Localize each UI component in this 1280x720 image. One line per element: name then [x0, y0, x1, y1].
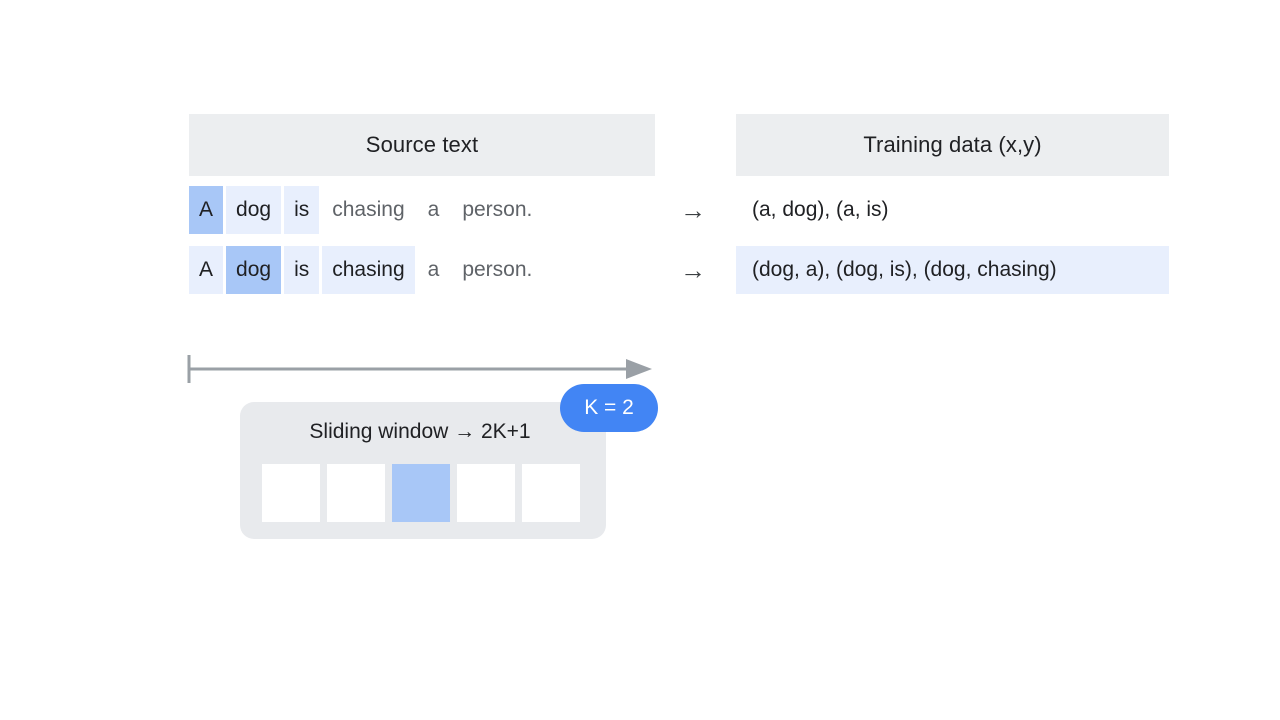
timeline-arrow-icon — [187, 355, 652, 383]
source-token: dog — [226, 246, 282, 294]
training-data-row: (a, dog), (a, is) — [736, 186, 1169, 234]
source-token: chasing — [322, 246, 415, 294]
training-data-header: Training data (x,y) — [736, 114, 1169, 176]
source-token: dog — [226, 186, 282, 234]
k-value-badge: K = 2 — [560, 384, 658, 432]
source-text-row: Adog is chasing a person. — [189, 246, 542, 294]
source-text-row: Adog is chasing a person. — [189, 186, 542, 234]
training-data-row-text: (dog, a), (dog, is), (dog, chasing) — [752, 258, 1057, 281]
k-value-badge-label: K = 2 — [584, 396, 634, 419]
source-token: chasing — [332, 198, 405, 221]
source-token: a — [427, 198, 440, 221]
source-token: a — [427, 258, 440, 281]
sliding-window-card: Sliding window → 2K+1 — [240, 402, 606, 539]
diagram-canvas: Source text Training data (x,y) Adog is ch… — [0, 0, 1280, 720]
training-data-row: (dog, a), (dog, is), (dog, chasing) — [736, 246, 1169, 294]
window-cell — [262, 464, 320, 522]
row-arrow-icon: → — [680, 255, 706, 285]
window-cell — [457, 464, 515, 522]
source-token: A — [189, 246, 224, 294]
window-cell-center — [392, 464, 450, 522]
row-arrow-icon: → — [680, 195, 706, 225]
sliding-window-cells — [262, 464, 580, 522]
source-token: A — [189, 186, 224, 234]
training-data-header-label: Training data (x,y) — [863, 132, 1042, 157]
sliding-window-title: Sliding window → 2K+1 — [309, 420, 531, 443]
source-text-header-label: Source text — [365, 132, 479, 157]
training-data-row-text: (a, dog), (a, is) — [752, 198, 889, 221]
source-token: person. — [462, 198, 533, 221]
source-token: is — [284, 186, 320, 234]
window-cell — [327, 464, 385, 522]
source-text-header: Source text — [189, 114, 655, 176]
window-cell — [522, 464, 580, 522]
source-token: is — [284, 246, 320, 294]
source-token: person. — [462, 258, 533, 281]
